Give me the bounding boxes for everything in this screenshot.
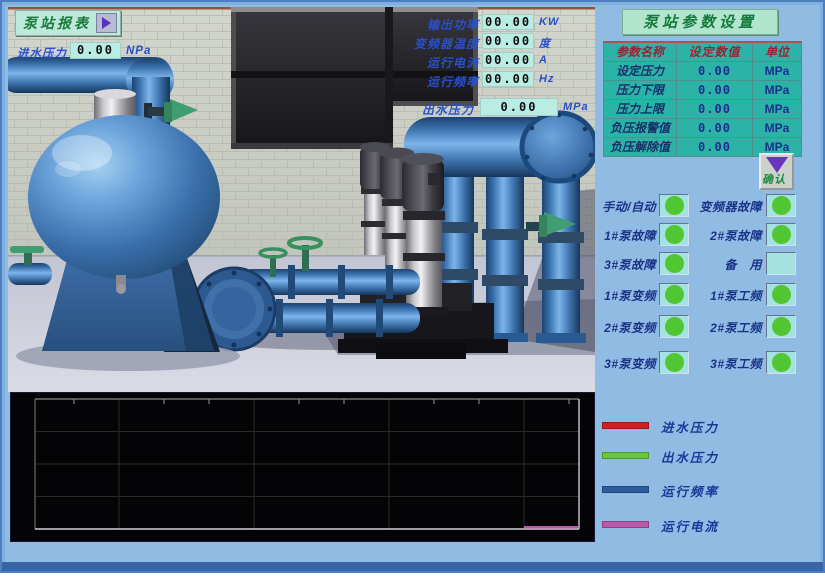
indicator-lamp xyxy=(665,196,684,215)
status-label: 3#泵变频 xyxy=(592,355,656,372)
run-current-value: 00.00 xyxy=(482,52,534,68)
inverter-temp-label: 变频器温度 xyxy=(414,35,479,52)
header-unit: 单位 xyxy=(753,42,802,61)
param-value-field[interactable]: 0.00 xyxy=(677,99,753,118)
report-button-label: 泵站报表 xyxy=(23,13,91,33)
param-unit: MPa xyxy=(753,80,802,99)
run-frequency-label: 运行频率 xyxy=(427,73,479,90)
outlet-pressure-unit: MPa xyxy=(563,101,589,113)
status-label: 3#泵工频 xyxy=(686,355,762,372)
status-label: 2#泵工频 xyxy=(686,319,762,336)
parameter-table: 参数名称 设定数值 单位 设定压力 0.00 MPa 压力下限 0.00 MPa… xyxy=(603,41,802,157)
status-label: 3#泵故障 xyxy=(592,256,656,273)
pump-station-3d-view: 泵站报表 进水压力 0.00 NPa 输出功率 变频器温度 运行电流 运行频率 … xyxy=(8,7,595,392)
settings-panel-title: 泵站参数设置 xyxy=(622,9,778,35)
status-label: 手动/自动 xyxy=(592,198,656,215)
report-nav-box[interactable] xyxy=(96,13,117,33)
run-frequency-unit: Hz xyxy=(539,73,554,85)
inlet-pressure-value: 0.00 xyxy=(70,42,121,59)
outlet-pressure-label: 出水压力 xyxy=(360,101,474,118)
hmi-screen: 泵站报表 进水压力 0.00 NPa 输出功率 变频器温度 运行电流 运行频率 … xyxy=(0,0,825,573)
indicator-lamp xyxy=(665,285,684,304)
param-value-field[interactable]: 0.00 xyxy=(677,80,753,99)
bottom-border-band xyxy=(2,562,825,571)
status-label: 1#泵故障 xyxy=(592,227,656,244)
confirm-button[interactable]: 确认 xyxy=(759,153,794,190)
indicator-lamp xyxy=(665,317,684,336)
param-name: 压力上限 xyxy=(604,99,677,118)
indicator-lamp xyxy=(772,317,791,336)
legend-swatch xyxy=(602,422,649,429)
run-current-label: 运行电流 xyxy=(427,54,479,71)
param-name: 负压报警值 xyxy=(604,118,677,137)
indicator-box xyxy=(659,194,689,217)
trend-chart xyxy=(10,392,595,542)
status-label: 2#泵变频 xyxy=(592,319,656,336)
legend-label: 运行电流 xyxy=(661,516,719,535)
table-row: 压力上限 0.00 MPa xyxy=(604,99,802,118)
indicator-box xyxy=(766,351,796,374)
indicator-lamp xyxy=(772,353,791,372)
table-row: 设定压力 0.00 MPa xyxy=(604,61,802,80)
indicator-lamp xyxy=(772,225,791,244)
indicator-box xyxy=(766,223,796,246)
report-button[interactable]: 泵站报表 xyxy=(15,10,121,36)
status-label: 2#泵故障 xyxy=(686,227,762,244)
legend-label: 出水压力 xyxy=(661,447,719,466)
param-unit: MPa xyxy=(753,61,802,80)
confirm-button-label: 确认 xyxy=(762,171,786,187)
table-header-row: 参数名称 设定数值 单位 xyxy=(604,42,802,61)
param-name: 负压解除值 xyxy=(604,137,677,156)
legend-swatch xyxy=(602,452,649,459)
indicator-lamp xyxy=(772,196,791,215)
play-arrow-icon xyxy=(102,17,111,29)
indicator-lamp xyxy=(665,225,684,244)
indicator-box xyxy=(659,315,689,338)
output-power-label: 输出功率 xyxy=(427,16,479,33)
indicator-box xyxy=(659,351,689,374)
status-label: 备 用 xyxy=(686,256,762,273)
param-value-field[interactable]: 0.00 xyxy=(677,137,753,156)
indicator-box xyxy=(766,194,796,217)
run-current-unit: A xyxy=(539,54,548,66)
header-set-value: 设定数值 xyxy=(677,42,753,61)
indicator-box xyxy=(659,223,689,246)
indicator-box xyxy=(766,315,796,338)
legend-label: 进水压力 xyxy=(661,417,719,436)
outlet-pressure-value: 0.00 xyxy=(480,98,558,116)
output-power-value: 00.00 xyxy=(482,14,534,30)
indicator-box xyxy=(659,252,689,275)
inlet-pressure-label: 进水压力 xyxy=(17,45,67,61)
inverter-temp-value: 00.00 xyxy=(482,33,534,49)
param-unit: MPa xyxy=(753,99,802,118)
param-name: 设定压力 xyxy=(604,61,677,80)
table-row: 负压报警值 0.00 MPa xyxy=(604,118,802,137)
indicator-box xyxy=(766,283,796,306)
run-frequency-value: 00.00 xyxy=(482,71,534,87)
indicator-lamp xyxy=(665,254,684,273)
indicator-box xyxy=(659,283,689,306)
indicator-lamp xyxy=(665,353,684,372)
status-label: 变频器故障 xyxy=(686,198,762,215)
status-label: 1#泵工频 xyxy=(686,287,762,304)
param-name: 压力下限 xyxy=(604,80,677,99)
param-value-field[interactable]: 0.00 xyxy=(677,118,753,137)
indicator-box xyxy=(766,252,796,275)
inverter-temp-unit: 度 xyxy=(539,35,551,51)
status-label: 1#泵变频 xyxy=(592,287,656,304)
table-row: 压力下限 0.00 MPa xyxy=(604,80,802,99)
legend-swatch xyxy=(602,486,649,493)
output-power-unit: KW xyxy=(539,16,559,28)
legend-swatch xyxy=(602,521,649,528)
param-value-field[interactable]: 0.00 xyxy=(677,61,753,80)
inlet-pressure-unit: NPa xyxy=(126,45,151,57)
param-unit: MPa xyxy=(753,118,802,137)
indicator-lamp xyxy=(772,285,791,304)
header-param-name: 参数名称 xyxy=(604,42,677,61)
legend-label: 运行频率 xyxy=(661,481,719,500)
